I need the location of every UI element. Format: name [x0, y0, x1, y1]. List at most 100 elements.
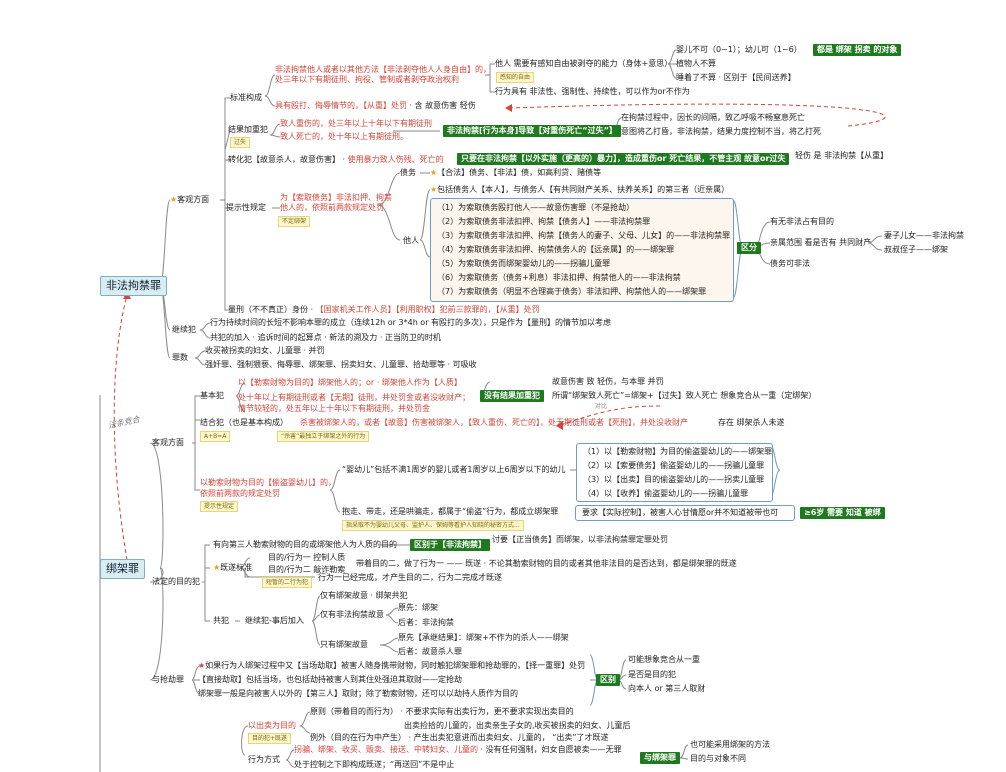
id-counts[interactable]: 罪数 [172, 353, 188, 363]
kd-third: 有向第三人勒索财物的目的或绑架他人为人质的目的 [213, 540, 397, 549]
bt-method-red: 拐骗、绑架、收买、贩卖、接送、中转妇女、儿童的 · 没有任何强制，妇女自愿被卖—… [294, 745, 622, 754]
bt-method[interactable]: 行为方式 [248, 755, 280, 765]
note-short: 短暂的二行为犯 [262, 577, 313, 588]
kd-purpose-3: 行为一已经完成，才产生目的二，行为二完成才既遂 [318, 573, 502, 582]
kd-combined-tail: 存在 绑架杀人未遂 [718, 418, 785, 427]
kd-acc-orig-2: 原先【承继结果】：绑架+不作为的杀人——绑架 [398, 633, 569, 642]
id-dist-3: 债务可非法 [770, 259, 810, 268]
box-distinguish: 区分 [737, 242, 761, 254]
id-counts-2: 强奸罪、强制猥亵、侮辱罪、绑架罪、拐卖妇女、儿童罪、拾劫罪等 · 可吸收 [205, 360, 477, 369]
kd-rob-d3: 向本人 or 第三人取财 [628, 684, 706, 693]
id-hint-red-1: 为【索取债务】非法扣押、拘禁 [280, 193, 392, 202]
id-case-4: （4）为索取债务非法扣押、拘禁债务人的【远亲属】的——绑架罪 [437, 245, 675, 254]
id-agg-1: 致人重伤的，处三年以上十年以下有期徒刑 [280, 119, 432, 128]
kd-acc-only-h: 只有绑架故意 [320, 640, 368, 649]
id-case-5: （5）为索取债务而绑架婴幼儿的——拐骗儿童罪 [437, 259, 611, 268]
kd-infant-case-3: （3）以【出卖】目的偷盗婴幼儿的——拐卖儿童罪 [583, 475, 765, 484]
box-convert: 只要在非法拘禁【以外实施（更高的）暴力】，造成重伤or 死亡结果，不管主观 故意… [457, 153, 790, 165]
note-no-kidnap: 不定绑架 [278, 216, 311, 227]
kd-rob-1: ★如果行为人绑架过程中又【当场劫取】被害人随身携带财物，同时触犯绑架罪和抢劫罪的… [198, 661, 586, 670]
kd-accomplice[interactable]: 共犯 [213, 616, 229, 626]
kd-infant-def: “婴幼儿”包括不满1周岁的婴儿或者1周岁以上6周岁以下的幼儿 [342, 465, 566, 474]
id-vegetable: 植物人不算 [676, 59, 716, 68]
box-age: ≥6岁 需要 知道 被绑 [800, 507, 885, 519]
kd-basic-red-1: 以【勒索财物为目的】绑架他人的；or · 绑架他人作为【人质】 [238, 378, 462, 387]
id-objective[interactable]: ★客观方面 [170, 195, 209, 205]
root-illegal-detention[interactable]: 非法拘禁罪 [100, 276, 167, 296]
id-others-desc: ★包括债务人【本人】，与债务人【有共同财产关系、扶养关系】的第三者（近亲属） [430, 185, 730, 194]
kd-steal-req-box: 要求【实际控制】，被害人心甘情愿or并不知道被带也可 [575, 505, 795, 521]
id-case-2: （2）为索取债务非法扣押、拘禁【债务人】——非法拘禁罪 [437, 217, 651, 226]
bt-sale-purpose[interactable]: 以出卖为目的 [248, 721, 296, 731]
kd-acc-later-2: 后者：故意杀人罪 [398, 647, 462, 656]
id-hint-red-2: 他人的，依照前两款规定处罚 [280, 203, 384, 212]
kd-basic-red-2: 处十年以上有期徒刑或者【无期】徒刑，并处罚金或者没收财产； [238, 393, 470, 402]
id-cont-2: 共犯的加入 · 追诉时间的起算点 · 新法的溯及力 · 正当防卫的时机 [210, 333, 441, 342]
bt-method-2: 处于控制之下即构成既遂；“再送回”不是中止 [294, 760, 455, 769]
kd-combined[interactable]: 结合犯（也是基本构成） [200, 418, 288, 428]
note-fault: 过失 [230, 137, 251, 148]
kd-basic[interactable]: 基本犯 [200, 391, 224, 401]
root-kidnapping[interactable]: 绑架罪 [100, 559, 145, 579]
kd-hint-red-1: 以勒索财物为目的【偷盗婴幼儿】的， [200, 478, 336, 487]
note-kill: “杀害”最独立于绑架之外的行为 [277, 431, 370, 442]
kd-acc-only-i: 仅有非法拘禁故意 [320, 610, 384, 619]
kd-rob-3: 绑架罪一般是向被害人以外的【第三人】取财；除了勒索财物，还可以以劫持人质作为目的 [198, 689, 518, 698]
kd-hint-red-2: 依照前两款的规定处罚 [200, 489, 280, 498]
note-steal: 指采取不为婴幼儿父母、监护人、保姆等看护人知晓的秘密方式... [342, 520, 524, 531]
id-case-7: （7）为索取债务（明显不合理高于债务）非法扣押、拘禁他人的——绑架罪 [437, 287, 707, 296]
id-agg-exp-1: 在拘禁过程中，因长的间隔，致乙呼吸不畅窒息死亡 [621, 113, 805, 122]
note-sense: 感知的自由 [496, 72, 535, 83]
id-other-need: 他人 需要有感知自由被剥夺的能力（身体+意思） [495, 59, 673, 68]
box-diff-illegal: 区别于【非法拘禁】 [410, 539, 490, 551]
id-dist-2: 亲属范围 看是否有 共同财产 [770, 238, 872, 247]
id-rel-1: 妻子儿女——非法拘禁 [884, 231, 964, 240]
id-std-red-1: 非法拘禁他人或者以其他方法【非法剥夺他人人身自由】的， [275, 65, 491, 74]
id-continuing[interactable]: 继续犯 [172, 325, 196, 335]
kd-basic-red-3: 情节较轻的，处五年以上十年以下有期徒刑，并处罚金 [238, 404, 430, 413]
kd-rob-2: 【直接劫取】包括当场，也包括劫持被害人到其住处强迫其取财——定抢劫 [198, 675, 462, 684]
id-counts-1: 收买被拐卖的妇女、儿童罪 · 并罚 [205, 346, 325, 355]
id-convert[interactable]: 转化犯【故意杀人，故意伤害】 · 使用暴力致人伤残、死亡的 [228, 155, 444, 165]
kd-infant-case-4: （4）以【收养】偷盗婴幼儿的——拐骗儿童罪 [583, 489, 749, 498]
id-dist-1: 有无非法占有目的 [770, 217, 834, 226]
kd-infant-case-2: （2）以【索要债务】偷盗婴幼儿的——拐骗儿童罪 [583, 461, 765, 470]
id-cont-1: 行为持续时间的长短不影响本罪的成立（连续12h or 3*4h or 有殴打的多… [210, 318, 612, 327]
bt-sale-2: 出卖捡拾的儿童的，出卖亲生子女的,收买被拐卖的妇女、儿童后 [404, 721, 631, 730]
id-aggravated[interactable]: 结果加重犯 [228, 125, 268, 135]
bt-wk-1: 也可能采用绑架的方法 [690, 740, 770, 749]
id-severe: 量刑（不不真正）身份 · 【国家机关工作人员】【利用职权】犯前三款罪的，【从重】… [228, 305, 540, 314]
box-rob-dist: 区别 [596, 674, 620, 686]
kd-robbery[interactable]: 与抢劫罪 [152, 675, 184, 685]
id-action-suff: 行为具有 非法性、强制性、持续性，可以作为or不作为 [495, 87, 690, 96]
kd-purpose-1: 目的/行为一 控制人质 [268, 553, 346, 562]
kd-contrast: 对比 [595, 403, 608, 410]
kd-purpose[interactable]: 法定的目的犯 [152, 577, 200, 587]
id-case-1: （1）为索取债务殴打他人——故意伤害罪（不是抢劫） [437, 203, 635, 212]
kd-purpose-tail: 带着目的二，做了行为一 —— 既遂 · 不论其勒索财物的目的或者其他非法目的是否… [356, 559, 737, 568]
kd-acc-cont: 继续犯-事后加入 [245, 616, 304, 625]
id-case-6: （6）为索取债务（债务+利息）非法扣押、拘禁他人的——非法拘禁 [437, 273, 681, 282]
box-with-kd: 与绑架罪 [640, 752, 680, 764]
id-std-beat: 具有殴打、侮辱情节的，【从重】处罚 · 含 故意伤害 轻伤 [275, 101, 476, 110]
kd-rob-d2: 是否是目的犯 [628, 670, 676, 679]
id-standard[interactable]: 标准构成 [230, 93, 262, 103]
kd-combined-red: 杀害被绑架人的，或者【故意】伤害被绑架人，【致人重伤、死亡的】，处无期徒刑或者【… [300, 418, 688, 427]
kd-acc-only-k: 仅有绑架故意 · 绑架共犯 [320, 591, 408, 600]
kd-objective[interactable]: 客观方面 [152, 438, 184, 448]
kd-star-standard[interactable]: ★既遂标准 [213, 563, 252, 573]
id-debt[interactable]: 债务 [400, 168, 416, 178]
kd-infant-panel: （1）以【勒索财物】为目的偷盗婴幼儿的——绑架罪 （2）以【索要债务】偷盗婴幼儿… [576, 443, 773, 502]
id-convert-tail: 轻伤 是 非法拘禁【从重】 [795, 151, 889, 160]
kd-acc-orig-1: 原先：绑架 [398, 603, 438, 612]
mind-map-connectors [99, 49, 886, 772]
id-agg-2: 致人死亡的，处十年以上有期徒刑。 [280, 132, 408, 141]
id-rel-2: 叔叔侄子——绑架 [884, 245, 948, 254]
id-infant: 婴儿不可（0~1）；幼儿可（1~6） [676, 45, 802, 54]
box-no-result: 没有结果加重犯 [480, 390, 544, 402]
note-hint: 提示性规定 [200, 501, 239, 512]
id-others[interactable]: 他人 [403, 236, 419, 246]
id-hint[interactable]: 提示性规定 [226, 203, 266, 213]
kd-nr-2: 所谓“绑架致人死亡”=绑架+【过失】致人死亡 想象竞合从一重（定绑架） [552, 391, 817, 400]
id-agg-exp-2: 意图将乙打昏，非法拘禁，结果力度控制不当，将乙打死 [621, 127, 821, 136]
